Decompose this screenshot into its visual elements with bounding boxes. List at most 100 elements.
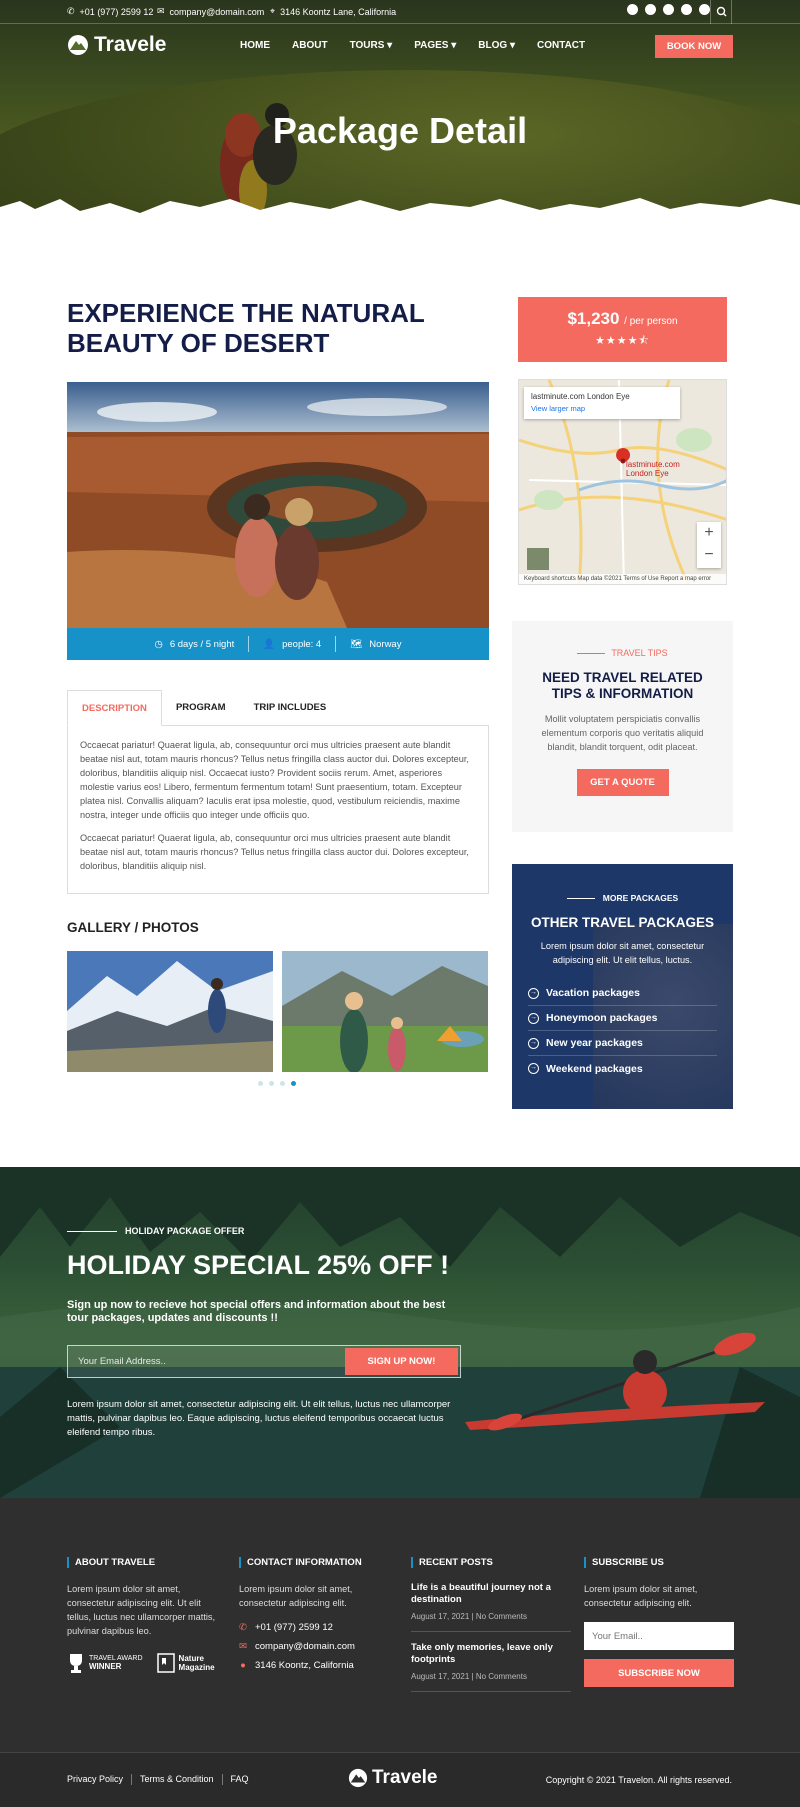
book-now-button[interactable]: BOOK NOW <box>655 35 733 58</box>
footer-address: ● 3146 Koontz, California <box>240 1660 354 1671</box>
nav-contact[interactable]: CONTACT <box>537 40 585 51</box>
footer-logo[interactable]: Travele <box>348 1767 438 1789</box>
map-footer: Keyboard shortcuts Map data ©2021 Terms … <box>519 574 726 584</box>
tab-program[interactable]: PROGRAM <box>162 690 240 726</box>
tab-panel-description: Occaecat pariatur! Quaerat ligula, ab, c… <box>67 725 489 894</box>
footer-about: ABOUT TRAVELE Lorem ipsum dolor sit amet… <box>67 1557 227 1674</box>
kayaker-image <box>465 1332 765 1431</box>
travel-award-badge: TRAVEL AWARD WINNER <box>67 1652 143 1674</box>
gallery-image-hiker[interactable] <box>67 951 273 1072</box>
offer-text: Lorem ipsum dolor sit amet, consectetur … <box>67 1399 451 1438</box>
search-button[interactable] <box>710 0 732 24</box>
package-link-vacation[interactable]: → Vacation packages <box>528 981 717 1006</box>
search-icon <box>716 6 727 17</box>
linkedin-icon[interactable] <box>699 4 710 15</box>
package-info-bar: ◷ 6 days / 5 night 👤 people: 4 🗺 Norway <box>67 628 489 660</box>
tab-description[interactable]: DESCRIPTION <box>67 690 162 726</box>
nav-home[interactable]: HOME <box>240 40 270 51</box>
offer-label: HOLIDAY PACKAGE OFFER <box>125 1226 245 1236</box>
package-link-honeymoon[interactable]: → Honeymoon packages <box>528 1006 717 1031</box>
packages-title: OTHER TRAVEL PACKAGES <box>530 915 714 930</box>
gallery-title: GALLERY / PHOTOS <box>67 920 199 935</box>
site-logo[interactable]: Travele <box>67 33 166 57</box>
magazine-icon <box>156 1653 175 1673</box>
tab-trip-includes[interactable]: TRIP INCLUDES <box>240 690 341 726</box>
package-link-new-year[interactable]: → New year packages <box>528 1031 717 1056</box>
newsletter-form: SIGN UP NOW! <box>67 1345 461 1378</box>
faq-link[interactable]: FAQ <box>231 1774 249 1785</box>
youtube-icon[interactable] <box>663 4 674 15</box>
subscribe-now-button[interactable]: SUBSCRIBE NOW <box>584 1659 734 1687</box>
privacy-policy-link[interactable]: Privacy Policy <box>67 1774 123 1785</box>
pagination-dot[interactable] <box>258 1081 263 1086</box>
subscribe-email-input[interactable] <box>584 1622 734 1650</box>
twitter-icon[interactable] <box>645 4 656 15</box>
zoom-in-button[interactable]: + <box>697 522 721 544</box>
holiday-offer-section <box>0 1167 800 1498</box>
footer-phone[interactable]: ✆ +01 (977) 2599 12 <box>239 1622 399 1633</box>
facebook-icon[interactable] <box>627 4 638 15</box>
topbar-phone[interactable]: ✆ +01 (977) 2599 12 <box>67 6 153 17</box>
nav-about[interactable]: ABOUT <box>292 40 328 51</box>
map-info-card: lastminute.com London Eye View larger ma… <box>524 387 680 419</box>
caret-down-icon: ▾ <box>451 40 457 51</box>
zoom-out-button[interactable]: − <box>697 544 721 566</box>
caret-down-icon: ▾ <box>387 40 393 51</box>
offer-title: HOLIDAY SPECIAL 25% OFF ! <box>67 1250 450 1280</box>
package-link-weekend[interactable]: → Weekend packages <box>528 1056 717 1081</box>
sign-up-button[interactable]: SIGN UP NOW! <box>345 1348 458 1375</box>
phone-icon: ✆ <box>67 6 75 16</box>
duration-info: ◷ 6 days / 5 night <box>154 638 235 650</box>
pagination-dot-active[interactable] <box>291 1081 296 1086</box>
location-info: 🗺 Norway <box>350 638 402 650</box>
location-pin-icon: ● <box>240 1660 246 1671</box>
mail-icon: ✉ <box>157 6 165 16</box>
newsletter-email-input[interactable] <box>68 1346 338 1377</box>
footer-contact-text: Lorem ipsum dolor sit amet, consectetur … <box>239 1584 353 1608</box>
pagination-dot[interactable] <box>280 1081 285 1086</box>
instagram-icon[interactable] <box>681 4 692 15</box>
arrow-circle-icon: → <box>528 1012 539 1024</box>
description-paragraph: Occaecat pariatur! Quaerat ligula, ab, c… <box>80 833 469 871</box>
nav-tours[interactable]: TOURS ▾ <box>350 40 393 51</box>
terms-link[interactable]: Terms & Condition <box>140 1774 214 1785</box>
get-a-quote-button[interactable]: GET A QUOTE <box>576 769 669 796</box>
recent-post[interactable]: Life is a beautiful journey not a destin… <box>411 1582 571 1632</box>
clock-icon: ◷ <box>154 638 163 650</box>
footer-subscribe: SUBSCRIBE US Lorem ipsum dolor sit amet,… <box>584 1557 734 1687</box>
arrow-circle-icon: → <box>528 1037 539 1049</box>
packages-text: Lorem ipsum dolor sit amet, consectetur … <box>540 941 705 965</box>
pagination-dot[interactable] <box>269 1081 274 1086</box>
footer-about-text: Lorem ipsum dolor sit amet, consectetur … <box>67 1584 216 1636</box>
topbar-email[interactable]: ✉ company@domain.com <box>157 6 264 17</box>
copyright: Copyright © 2021 Travelon. All rights re… <box>545 1775 732 1785</box>
people-info: 👤 people: 4 <box>263 638 322 650</box>
offer-subtitle: Sign up now to recieve hot special offer… <box>67 1299 446 1324</box>
packages-label: MORE PACKAGES <box>602 893 679 903</box>
caret-down-icon: ▾ <box>509 40 515 51</box>
package-tabs: DESCRIPTION PROGRAM TRIP INCLUDES <box>67 690 489 726</box>
footer-about-title: ABOUT TRAVELE <box>67 1557 227 1568</box>
recent-post[interactable]: Take only memories, leave only footprint… <box>411 1642 571 1692</box>
price-amount: $1,230 <box>567 309 620 328</box>
gallery-image-friends[interactable] <box>282 951 488 1072</box>
nature-magazine-badge: Nature Magazine <box>156 1653 215 1673</box>
price-unit: / per person <box>624 316 678 327</box>
footer-email[interactable]: ✉ company@domain.com <box>239 1641 399 1652</box>
package-main-image <box>67 382 489 628</box>
phone-icon: ✆ <box>239 1622 247 1633</box>
location-map[interactable]: lastminute.com London Eye lastminute.com… <box>518 379 727 585</box>
rating-stars: ★★★★⯪ <box>595 335 650 347</box>
tips-label: TRAVEL TIPS <box>611 648 668 658</box>
map-pin-label: lastminute.com London Eye <box>626 460 680 478</box>
view-larger-map-link[interactable]: View larger map <box>531 404 673 413</box>
user-icon: 👤 <box>263 638 276 650</box>
footer-links: Privacy Policy Terms & Condition FAQ <box>67 1774 249 1785</box>
nav-pages[interactable]: PAGES ▾ <box>414 40 456 51</box>
footer-subscribe-title: SUBSCRIBE US <box>584 1557 734 1568</box>
nav-blog[interactable]: BLOG ▾ <box>478 40 515 51</box>
packages-list: → Vacation packages → Honeymoon packages →… <box>528 981 717 1081</box>
tips-text: Mollit voluptatem perspiciatis convallis… <box>541 714 704 752</box>
footer-posts-title: RECENT POSTS <box>411 1557 571 1568</box>
arrow-circle-icon: → <box>528 987 539 999</box>
